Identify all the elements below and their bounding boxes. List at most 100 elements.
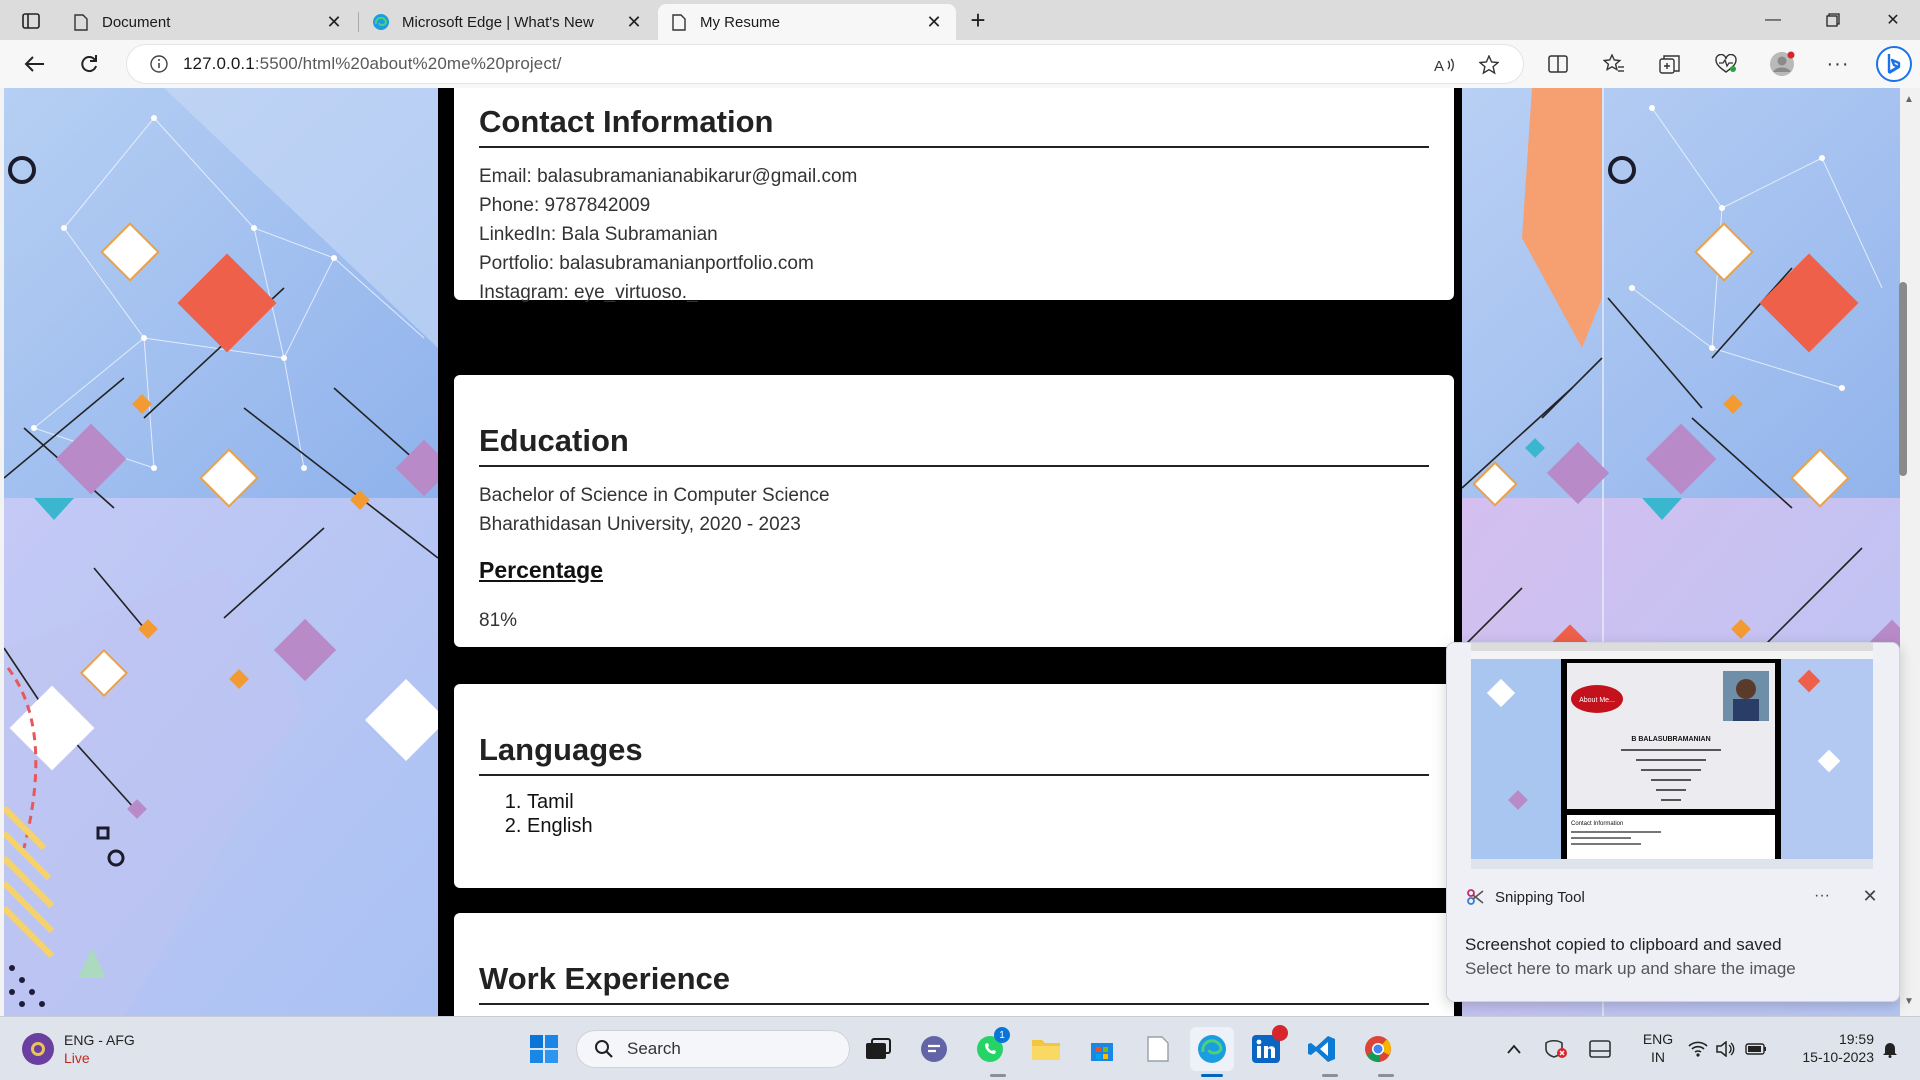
folder-icon xyxy=(1032,1040,1060,1060)
tab-document[interactable]: Document ✕ xyxy=(60,4,356,40)
tab-title: My Resume xyxy=(700,13,781,31)
contact-portfolio: Portfolio: balasubramanianportfolio.com xyxy=(479,253,814,274)
search-icon xyxy=(593,1038,615,1060)
chrome-button[interactable] xyxy=(1358,1029,1398,1069)
tab-title: Microsoft Edge | What's New xyxy=(402,13,594,31)
clock[interactable]: 19:59 15-10-2023 xyxy=(1780,1030,1874,1066)
weather-widget[interactable]: ENG - AFG Live xyxy=(22,1031,135,1067)
bing-copilot-icon xyxy=(1876,46,1912,82)
start-button[interactable] xyxy=(524,1029,564,1069)
toast-app-header: Snipping Tool xyxy=(1465,887,1585,907)
whatsapp-button[interactable]: 1 xyxy=(970,1027,1010,1069)
browser-essentials-button[interactable] xyxy=(1710,48,1742,80)
svg-text:A: A xyxy=(1434,58,1444,74)
tab-whats-new[interactable]: Microsoft Edge | What's New ✕ xyxy=(360,4,656,40)
microsoft-store-button[interactable] xyxy=(1082,1029,1122,1069)
notifications-button[interactable] xyxy=(1876,1029,1904,1069)
back-button[interactable] xyxy=(18,48,52,80)
heart-pulse-icon xyxy=(1715,54,1737,73)
language-indicator[interactable]: ENG IN xyxy=(1636,1030,1680,1066)
url-path: :5500/html%20about%20me%20project/ xyxy=(254,54,562,73)
plus-icon: + xyxy=(970,4,986,35)
network-tray-button[interactable] xyxy=(1542,1029,1570,1069)
linkedin-button[interactable] xyxy=(1246,1025,1288,1069)
screenshot-thumbnail[interactable]: About Me... B BALASUBRAMANIAN Contact In… xyxy=(1471,643,1873,869)
education-card: Education Bachelor of Science in Compute… xyxy=(454,375,1454,647)
languages-card: Languages Tamil English xyxy=(454,684,1454,888)
clock-time: 19:59 xyxy=(1838,1031,1874,1047)
thumb-about-badge: About Me... xyxy=(1579,697,1615,704)
thumb-name-text: B BALASUBRAMANIAN xyxy=(1631,736,1710,743)
page-scrollbar[interactable] xyxy=(1900,88,1920,1016)
running-indicator xyxy=(1378,1074,1394,1077)
tab-actions-button[interactable] xyxy=(14,8,48,34)
address-bar[interactable]: 127.0.0.1:5500/html%20about%20me%20proje… xyxy=(126,44,1524,84)
refresh-icon xyxy=(81,55,97,73)
task-view-button[interactable] xyxy=(858,1029,898,1069)
battery-icon[interactable] xyxy=(1742,1029,1770,1069)
chevron-up-icon xyxy=(1507,1044,1521,1054)
back-arrow-icon xyxy=(24,56,44,72)
edge-icon xyxy=(372,13,390,31)
close-icon[interactable]: ✕ xyxy=(924,12,944,32)
tab-divider xyxy=(358,12,359,32)
toast-more-options[interactable]: ··· xyxy=(1807,883,1837,909)
region-code: IN xyxy=(1651,1049,1665,1065)
notepad-button[interactable] xyxy=(1138,1029,1178,1069)
close-icon[interactable]: ✕ xyxy=(624,12,644,32)
collections-button[interactable] xyxy=(1654,48,1686,80)
running-indicator-active xyxy=(1201,1074,1223,1077)
pen-menu-button[interactable] xyxy=(1586,1029,1614,1069)
refresh-button[interactable] xyxy=(72,48,106,80)
tab-title: Document xyxy=(102,13,171,31)
read-aloud-icon[interactable]: A xyxy=(1429,49,1461,81)
edge-taskbar-button[interactable] xyxy=(1190,1027,1234,1071)
profile-button[interactable] xyxy=(1766,48,1798,80)
vscode-icon xyxy=(1308,1036,1335,1062)
url-text[interactable]: 127.0.0.1:5500/html%20about%20me%20proje… xyxy=(183,54,562,74)
teams-chat-button[interactable] xyxy=(914,1029,954,1069)
profile-avatar-icon xyxy=(1770,51,1795,76)
show-hidden-icons-button[interactable] xyxy=(1502,1029,1526,1069)
weather-title: ENG - AFG xyxy=(64,1032,135,1048)
scroll-up-icon[interactable]: ▲ xyxy=(1902,92,1916,106)
scrollbar-thumb[interactable] xyxy=(1899,282,1907,476)
volume-icon[interactable] xyxy=(1712,1029,1740,1069)
restore-button[interactable] xyxy=(1810,0,1856,40)
toast-close-button[interactable]: ✕ xyxy=(1855,883,1885,909)
close-window-button[interactable]: ✕ xyxy=(1870,0,1916,40)
taskbar: ENG - AFG Live Search 1 ENG IN 19:59 15-… xyxy=(0,1016,1920,1080)
education-heading: Education xyxy=(479,423,1429,467)
split-screen-button[interactable] xyxy=(1542,48,1574,80)
edge-icon xyxy=(1198,1035,1226,1063)
work-experience-card: Work Experience xyxy=(454,913,1454,1016)
taskbar-search[interactable]: Search xyxy=(576,1030,850,1068)
contact-phone: Phone: 9787842009 xyxy=(479,195,651,216)
copilot-button[interactable] xyxy=(1874,44,1914,84)
document-icon xyxy=(670,13,688,31)
close-icon: ✕ xyxy=(1886,12,1900,29)
tab-my-resume[interactable]: My Resume ✕ xyxy=(658,4,956,40)
settings-menu-button[interactable]: ··· xyxy=(1822,48,1854,80)
close-icon: ✕ xyxy=(1862,885,1878,906)
chrome-icon xyxy=(1365,1036,1391,1063)
info-icon[interactable] xyxy=(149,54,169,74)
tab-actions-icon xyxy=(22,13,40,29)
new-tab-button[interactable]: + xyxy=(962,4,994,35)
file-explorer-button[interactable] xyxy=(1026,1029,1066,1069)
favorite-star-icon[interactable] xyxy=(1473,49,1505,81)
work-heading: Work Experience xyxy=(479,961,1429,1005)
clock-date: 15-10-2023 xyxy=(1802,1049,1874,1065)
background-pattern-left xyxy=(4,88,438,1016)
snipping-tool-notification[interactable]: About Me... B BALASUBRAMANIAN Contact In… xyxy=(1446,642,1900,1002)
vscode-button[interactable] xyxy=(1302,1029,1342,1069)
minimize-button[interactable]: — xyxy=(1750,0,1796,40)
wifi-icon[interactable] xyxy=(1684,1029,1712,1069)
list-item: English xyxy=(527,814,1429,838)
scroll-down-icon[interactable]: ▼ xyxy=(1902,994,1916,1008)
close-icon[interactable]: ✕ xyxy=(324,12,344,32)
favorites-button[interactable] xyxy=(1598,48,1630,80)
more-dots-icon: ··· xyxy=(1814,887,1830,904)
tablet-icon xyxy=(1589,1040,1611,1058)
split-screen-icon xyxy=(1548,55,1568,73)
